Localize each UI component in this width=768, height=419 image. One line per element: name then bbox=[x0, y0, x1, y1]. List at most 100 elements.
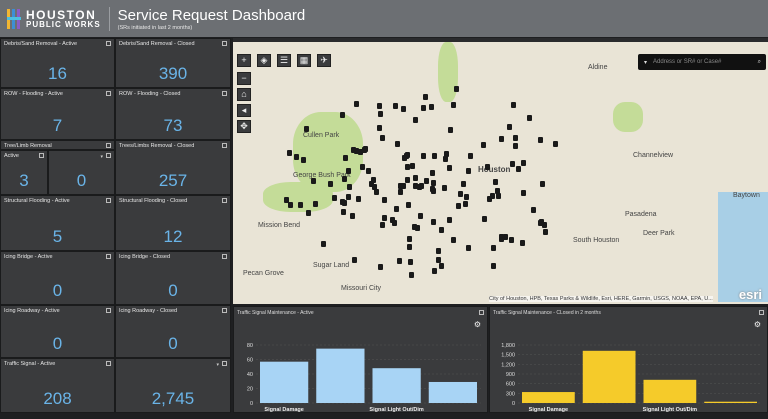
service-request-marker[interactable] bbox=[516, 165, 522, 172]
basemap-button[interactable]: ▦ bbox=[297, 54, 311, 67]
service-request-marker[interactable] bbox=[297, 201, 303, 208]
service-request-marker[interactable] bbox=[286, 149, 292, 156]
service-request-marker[interactable] bbox=[498, 135, 504, 142]
service-request-marker[interactable] bbox=[418, 212, 424, 219]
service-request-marker[interactable] bbox=[506, 123, 512, 130]
maximize-icon[interactable] bbox=[106, 198, 111, 203]
service-request-marker[interactable] bbox=[404, 164, 410, 171]
service-request-marker[interactable] bbox=[397, 258, 403, 265]
service-request-marker[interactable] bbox=[510, 101, 516, 108]
gear-icon[interactable]: ⚙ bbox=[474, 320, 481, 329]
service-request-marker[interactable] bbox=[421, 104, 427, 111]
service-request-marker[interactable] bbox=[451, 237, 457, 244]
measure-button[interactable]: ✈ bbox=[317, 54, 331, 67]
indicator-tile[interactable]: ROW - Flooding - Closed 73 bbox=[115, 88, 231, 140]
service-request-marker[interactable] bbox=[395, 141, 401, 148]
layers-button[interactable]: ◈ bbox=[257, 54, 271, 67]
indicator-tile[interactable]: Icing Roadway - Closed 0 bbox=[115, 305, 231, 358]
service-request-marker[interactable] bbox=[457, 191, 463, 198]
service-request-marker[interactable] bbox=[350, 212, 356, 219]
maximize-icon[interactable] bbox=[106, 41, 111, 46]
service-request-marker[interactable] bbox=[431, 153, 437, 160]
service-request-marker[interactable] bbox=[453, 86, 459, 93]
service-request-marker[interactable] bbox=[409, 163, 415, 170]
service-request-marker[interactable] bbox=[527, 114, 533, 121]
maximize-icon[interactable] bbox=[106, 361, 111, 366]
service-request-marker[interactable] bbox=[401, 182, 407, 189]
service-request-marker[interactable] bbox=[379, 221, 385, 228]
service-request-marker[interactable] bbox=[495, 188, 501, 195]
legend-button[interactable]: ☰ bbox=[277, 54, 291, 67]
maximize-icon[interactable] bbox=[39, 153, 44, 158]
service-request-marker[interactable] bbox=[466, 244, 472, 251]
service-request-marker[interactable] bbox=[284, 197, 290, 204]
service-request-marker[interactable] bbox=[321, 241, 327, 248]
search-icon[interactable]: ⌕ bbox=[753, 59, 766, 66]
service-request-marker[interactable] bbox=[351, 257, 357, 264]
service-request-marker[interactable] bbox=[540, 181, 546, 188]
zoom-out-button[interactable]: − bbox=[237, 72, 251, 85]
service-request-marker[interactable] bbox=[552, 140, 558, 147]
maximize-icon[interactable] bbox=[106, 143, 111, 148]
service-request-marker[interactable] bbox=[538, 137, 544, 144]
service-request-marker[interactable] bbox=[446, 164, 452, 171]
service-request-marker[interactable] bbox=[413, 174, 419, 181]
service-request-marker[interactable] bbox=[398, 188, 404, 195]
service-request-marker[interactable] bbox=[389, 216, 395, 223]
service-request-marker[interactable] bbox=[408, 272, 414, 279]
maximize-icon[interactable] bbox=[106, 254, 111, 259]
service-request-marker[interactable] bbox=[461, 181, 467, 188]
service-request-marker[interactable] bbox=[355, 195, 361, 202]
service-request-marker[interactable] bbox=[455, 203, 461, 210]
service-request-marker[interactable] bbox=[443, 151, 449, 158]
service-request-marker[interactable] bbox=[481, 141, 487, 148]
home-button[interactable]: ⌂ bbox=[237, 88, 251, 101]
search-dropdown-icon[interactable]: ▾ bbox=[638, 59, 653, 66]
service-request-marker[interactable] bbox=[462, 201, 468, 208]
service-request-marker[interactable] bbox=[342, 199, 348, 206]
indicator-tile[interactable]: Debris/Sand Removal - Active 16 bbox=[0, 38, 115, 88]
dropdown-icon[interactable]: ▾ bbox=[216, 362, 219, 368]
service-request-marker[interactable] bbox=[359, 163, 365, 170]
service-request-marker[interactable] bbox=[362, 146, 368, 153]
service-request-marker[interactable] bbox=[521, 160, 527, 167]
maximize-icon[interactable] bbox=[106, 308, 111, 313]
service-request-marker[interactable] bbox=[465, 168, 471, 175]
service-request-marker[interactable] bbox=[377, 103, 383, 110]
maximize-icon[interactable] bbox=[479, 310, 484, 315]
service-request-marker[interactable] bbox=[304, 126, 310, 133]
service-request-marker[interactable] bbox=[351, 146, 357, 153]
service-request-marker[interactable] bbox=[435, 256, 441, 263]
service-request-marker[interactable] bbox=[381, 196, 387, 203]
service-request-marker[interactable] bbox=[368, 180, 374, 187]
service-request-marker[interactable] bbox=[382, 215, 388, 222]
service-request-marker[interactable] bbox=[423, 93, 429, 100]
search-input[interactable]: Address or SR# or Case# bbox=[653, 59, 753, 65]
service-request-marker[interactable] bbox=[288, 202, 294, 209]
service-request-marker[interactable] bbox=[346, 194, 352, 201]
maximize-icon[interactable] bbox=[222, 143, 227, 148]
service-request-marker[interactable] bbox=[499, 234, 504, 241]
service-request-marker[interactable] bbox=[394, 206, 400, 213]
service-request-marker[interactable] bbox=[380, 135, 386, 142]
service-request-marker[interactable] bbox=[353, 101, 359, 108]
service-request-marker[interactable] bbox=[492, 179, 498, 186]
map[interactable]: Houston Pasadena Deer Park Baytown Sugar… bbox=[233, 38, 768, 304]
service-request-marker[interactable] bbox=[293, 154, 299, 161]
zoom-in-button[interactable]: + bbox=[237, 54, 251, 67]
maximize-icon[interactable] bbox=[222, 41, 227, 46]
service-request-marker[interactable] bbox=[312, 201, 318, 208]
service-request-marker[interactable] bbox=[464, 194, 470, 201]
service-request-marker[interactable] bbox=[447, 216, 453, 223]
service-request-marker[interactable] bbox=[374, 188, 380, 195]
service-request-marker[interactable] bbox=[428, 103, 434, 110]
indicator-tile[interactable]: ROW - Flooding - Active 7 bbox=[0, 88, 115, 140]
indicator-tile[interactable]: ▾ 0 bbox=[48, 150, 115, 195]
indicator-tile[interactable]: Traffic Signal - Active 208 bbox=[0, 358, 115, 413]
service-request-marker[interactable] bbox=[431, 180, 437, 187]
service-request-marker[interactable] bbox=[300, 157, 306, 164]
address-search[interactable]: ▾ Address or SR# or Case# ⌕ bbox=[638, 54, 766, 70]
service-request-marker[interactable] bbox=[406, 244, 412, 251]
service-request-marker[interactable] bbox=[407, 258, 413, 265]
dropdown-icon[interactable]: ▾ bbox=[100, 154, 103, 160]
